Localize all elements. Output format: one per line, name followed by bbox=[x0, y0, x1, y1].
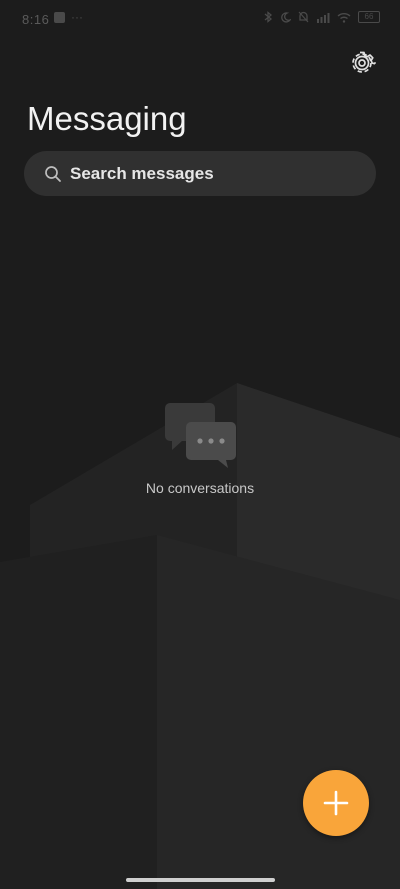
plus-icon bbox=[323, 790, 349, 816]
page-title: Messaging bbox=[27, 100, 187, 137]
do-not-disturb-moon-icon bbox=[281, 11, 291, 23]
notification-icon bbox=[54, 12, 65, 23]
empty-state-message: No conversations bbox=[145, 480, 255, 496]
settings-button[interactable] bbox=[348, 49, 376, 77]
alarm-muted-icon bbox=[298, 11, 309, 23]
signal-strength-icon bbox=[317, 12, 330, 23]
bluetooth-icon bbox=[264, 11, 273, 23]
battery-icon: 66 bbox=[358, 11, 380, 23]
home-indicator[interactable] bbox=[126, 878, 275, 882]
more-notifications-icon: ··· bbox=[71, 10, 83, 24]
search-icon bbox=[45, 165, 61, 182]
status-bar: 8:16 ··· 66 bbox=[0, 0, 400, 40]
status-time: 8:16 bbox=[22, 12, 50, 27]
empty-state: No conversations bbox=[0, 400, 400, 496]
chat-bubbles-icon bbox=[165, 403, 236, 468]
gear-icon bbox=[352, 51, 376, 73]
wifi-icon bbox=[337, 12, 351, 23]
status-notification-icons: ··· bbox=[54, 10, 83, 24]
new-conversation-button[interactable] bbox=[303, 770, 369, 836]
search-bar[interactable]: Search messages bbox=[24, 151, 376, 196]
search-placeholder: Search messages bbox=[70, 163, 214, 183]
status-system-icons: 66 bbox=[264, 11, 380, 23]
